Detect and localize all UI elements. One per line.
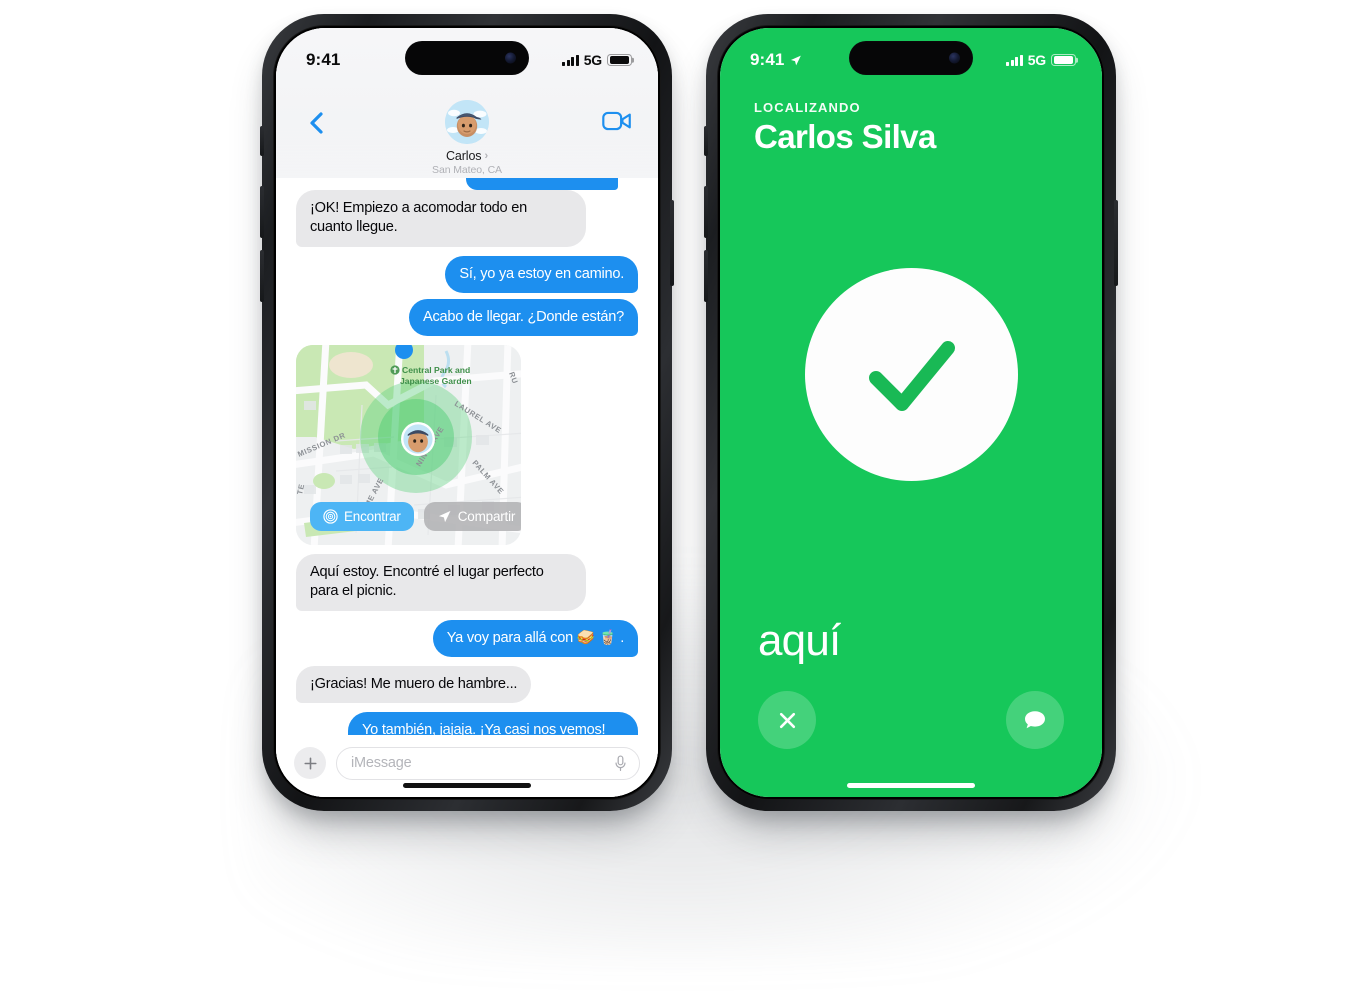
- message-bubble-sent[interactable]: Ya voy para allá con 🥪 🧋 .: [432, 619, 638, 657]
- action-button[interactable]: [260, 126, 264, 156]
- battery-icon: [1051, 53, 1076, 67]
- phone-right-find-my: 9:41 5G LOCALIZANDO Carlos Silva aquí: [704, 14, 1118, 811]
- plus-icon: [303, 756, 317, 770]
- svg-text:Central Park and: Central Park and: [402, 365, 470, 375]
- message-row[interactable]: ¡Gracias! Me muero de hambre...: [290, 665, 638, 704]
- phone-left-screen: 9:41 5G Carlos › San Mateo, CA ¡OK! Empi…: [276, 28, 658, 797]
- map-action-buttons: Encontrar Compartir: [310, 502, 521, 531]
- contact-subtitle: San Mateo, CA: [432, 164, 502, 176]
- home-indicator[interactable]: [847, 783, 975, 788]
- message-bubble-received[interactable]: ¡Gracias! Me muero de hambre...: [290, 665, 532, 704]
- dynamic-island[interactable]: [849, 41, 973, 75]
- message-button[interactable]: [1006, 691, 1064, 749]
- phone-left-bezel: 9:41 5G Carlos › San Mateo, CA ¡OK! Empi…: [273, 25, 661, 800]
- phone-left-messages: 9:41 5G Carlos › San Mateo, CA ¡OK! Empi…: [260, 14, 674, 811]
- front-camera-icon: [505, 52, 516, 64]
- close-x-icon: [779, 712, 795, 728]
- action-button[interactable]: [704, 126, 708, 156]
- network-label: 5G: [1027, 52, 1046, 68]
- message-bubble-icon: [1025, 711, 1045, 729]
- status-time: 9:41: [750, 50, 785, 69]
- cellular-bars-icon: [1005, 54, 1023, 66]
- message-row[interactable]: ¡OK! Empiezo a acomodar todo en cuanto l…: [291, 190, 638, 247]
- partial-message-bubble: [466, 178, 618, 190]
- find-status-area: [720, 130, 1102, 619]
- message-input-placeholder: iMessage: [351, 755, 412, 771]
- message-bubble-sent[interactable]: Yo también, jajaja. ¡Ya casi nos vemos! …: [348, 712, 638, 735]
- find-my-precision-finding: 9:41 5G LOCALIZANDO Carlos Silva aquí: [720, 28, 1102, 797]
- avatar[interactable]: [445, 100, 489, 144]
- location-arrow-icon: [791, 55, 802, 65]
- contact-summary[interactable]: Carlos › San Mateo, CA: [276, 100, 658, 176]
- navigation-arrow-icon: [438, 510, 451, 523]
- find-button-label: Encontrar: [344, 509, 401, 524]
- volume-down-button[interactable]: [260, 250, 264, 302]
- battery-icon: [607, 53, 632, 67]
- volume-up-button[interactable]: [260, 186, 264, 238]
- radar-target-icon: [323, 509, 338, 524]
- home-indicator[interactable]: [403, 783, 531, 788]
- messages-app: Carlos › San Mateo, CA ¡OK! Empiezo a ac…: [276, 28, 658, 797]
- svg-text:Japanese Garden: Japanese Garden: [400, 376, 472, 386]
- network-label: 5G: [583, 52, 602, 68]
- distance-word: aquí: [758, 616, 841, 665]
- arrived-circle: [804, 268, 1018, 481]
- phone-right-bezel: 9:41 5G LOCALIZANDO Carlos Silva aquí: [717, 25, 1105, 800]
- message-bubble-received[interactable]: Aquí estoy. Encontré el lugar perfecto p…: [291, 554, 586, 611]
- message-bubble-sent[interactable]: Acabo de llegar. ¿Donde están?: [408, 298, 638, 336]
- close-button[interactable]: [758, 691, 816, 749]
- chevron-right-icon: ›: [484, 150, 489, 162]
- phone-right-screen: 9:41 5G LOCALIZANDO Carlos Silva aquí: [720, 28, 1102, 797]
- message-row[interactable]: Ya voy para allá con 🥪 🧋 .: [296, 619, 638, 657]
- find-action-buttons: [758, 691, 1064, 749]
- message-bubble-sent[interactable]: Sí, yo ya estoy en camino.: [445, 255, 638, 293]
- microphone-icon: [615, 754, 626, 771]
- message-row[interactable]: Acabo de llegar. ¿Donde están?: [296, 298, 638, 336]
- find-footer: aquí: [720, 619, 1102, 797]
- add-attachment-button[interactable]: [294, 747, 326, 779]
- dynamic-island[interactable]: [405, 41, 529, 75]
- cellular-bars-icon: [561, 54, 579, 66]
- status-time-group: 9:41: [750, 50, 802, 70]
- memoji-avatar: [445, 100, 489, 144]
- message-row[interactable]: Sí, yo ya estoy en camino.: [296, 255, 638, 293]
- find-kicker: LOCALIZANDO: [754, 100, 861, 115]
- volume-up-button[interactable]: [704, 186, 708, 238]
- volume-down-button[interactable]: [704, 250, 708, 302]
- message-bubble-received[interactable]: ¡OK! Empiezo a acomodar todo en cuanto l…: [291, 190, 586, 247]
- status-time: 9:41: [306, 50, 341, 69]
- message-input-field[interactable]: iMessage: [336, 746, 640, 780]
- message-row[interactable]: Yo también, jajaja. ¡Ya casi nos vemos! …: [296, 712, 638, 735]
- message-row[interactable]: Aquí estoy. Encontré el lugar perfecto p…: [291, 554, 638, 611]
- message-thread[interactable]: ¡OK! Empiezo a acomodar todo en cuanto l…: [276, 178, 658, 735]
- scrolled-bubble-wrap: [296, 178, 638, 190]
- contact-name[interactable]: Carlos ›: [446, 149, 488, 163]
- contact-name-text: Carlos: [445, 149, 482, 163]
- find-button[interactable]: Encontrar: [310, 502, 414, 531]
- power-button[interactable]: [670, 200, 674, 286]
- power-button[interactable]: [1114, 200, 1118, 286]
- share-button[interactable]: Compartir: [423, 502, 521, 531]
- scene: 9:41 5G Carlos › San Mateo, CA ¡OK! Empi…: [0, 0, 1357, 991]
- map-attachment-row[interactable]: Central Park and Japanese Garden MISSION…: [296, 345, 638, 545]
- front-camera-icon: [949, 52, 960, 64]
- checkmark-icon: [869, 340, 955, 411]
- map-card[interactable]: Central Park and Japanese Garden MISSION…: [296, 345, 521, 545]
- share-button-label: Compartir: [457, 509, 516, 524]
